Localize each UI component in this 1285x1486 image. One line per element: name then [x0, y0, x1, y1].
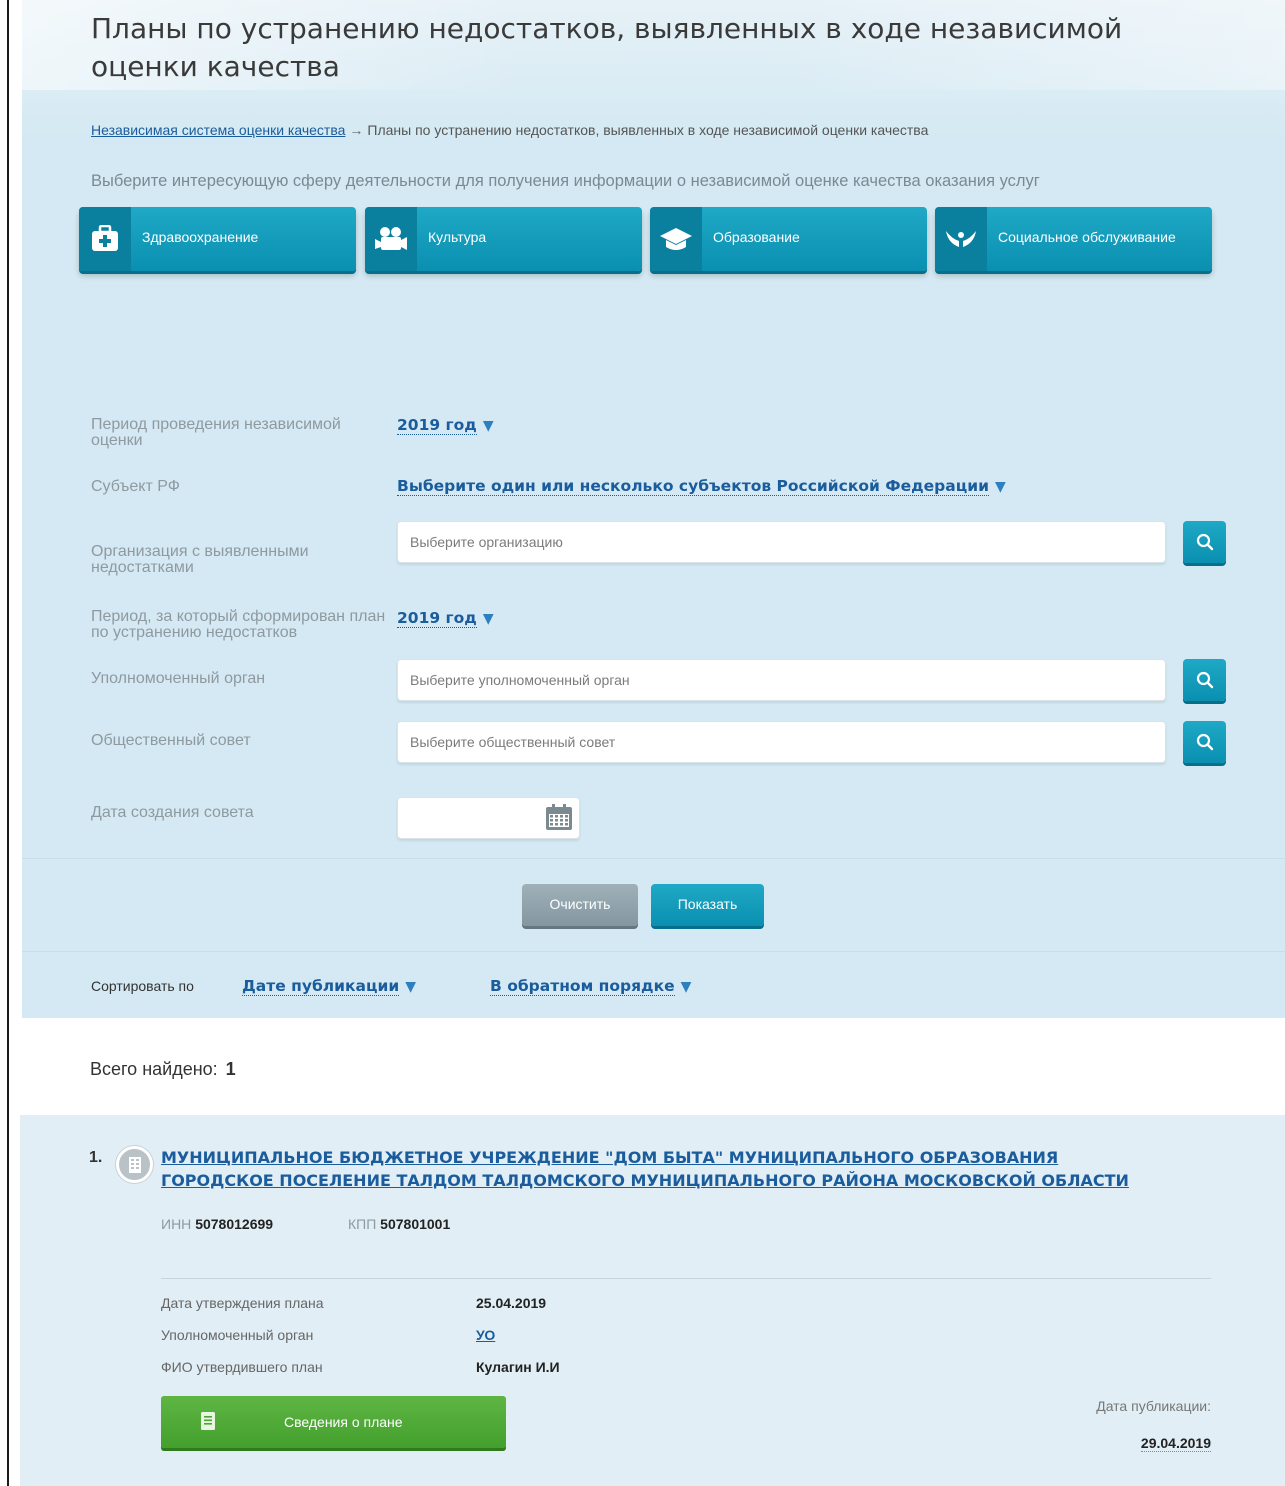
- sphere-label: Культура: [428, 229, 487, 245]
- breadcrumb-separator: →: [349, 122, 364, 138]
- sphere-button-education[interactable]: Образование: [650, 207, 927, 271]
- sphere-label: Социальное обслуживание: [998, 229, 1176, 245]
- publication-date-value: 29.04.2019: [1140, 1435, 1211, 1452]
- result-number: 1.: [89, 1149, 103, 1166]
- total-count: 1: [225, 1059, 236, 1079]
- org-input[interactable]: Выберите организацию: [397, 521, 1166, 563]
- plan-details-label: Сведения о плане: [284, 1414, 403, 1430]
- kpp-label: КПП: [348, 1216, 377, 1232]
- authority-link[interactable]: УО: [476, 1327, 495, 1343]
- page-title: Планы по устранению недостатков, выявлен…: [91, 12, 1123, 83]
- inn-label: ИНН: [161, 1216, 192, 1232]
- building-icon: [116, 1146, 153, 1183]
- search-icon: [1196, 533, 1213, 551]
- graduation-cap-icon: [650, 207, 702, 271]
- council-input[interactable]: Выберите общественный совет: [397, 721, 1166, 763]
- search-icon: [1196, 733, 1213, 751]
- window-edge: [7, 0, 9, 1486]
- publication-date-label: Дата публикации:: [1096, 1398, 1211, 1414]
- filter-panel: [22, 0, 1285, 1018]
- kpp-field: КПП 507801001: [348, 1216, 450, 1232]
- film-camera-icon: [365, 207, 417, 271]
- authority-label: Уполномоченный орган: [91, 670, 266, 687]
- authority-input[interactable]: Выберите уполномоченный орган: [397, 659, 1166, 701]
- show-button[interactable]: Показать: [651, 884, 764, 926]
- sphere-hint: Выберите интересующую сферу деятельности…: [91, 172, 1040, 190]
- subject-value: Выберите один или несколько субъектов Ро…: [397, 477, 989, 496]
- sort-order-value: В обратном порядке: [490, 977, 675, 996]
- org-label: Организация с выявленными недостатками: [91, 543, 309, 576]
- dropdown-arrow-icon: ▼: [680, 979, 692, 995]
- sphere-label: Здравоохранение: [142, 229, 259, 245]
- results-total: Всего найдено: 1: [90, 1059, 236, 1080]
- council-date-label: Дата создания совета: [91, 804, 254, 821]
- approval-date-label: Дата утверждения плана: [161, 1295, 324, 1311]
- breadcrumb-link-home[interactable]: Независимая система оценки качества: [91, 122, 345, 138]
- plan-period-dropdown[interactable]: 2019 год ▼: [397, 609, 494, 628]
- authority-search-button[interactable]: [1183, 659, 1226, 701]
- divider: [161, 1278, 1211, 1279]
- document-icon: [201, 1412, 215, 1433]
- dropdown-arrow-icon: ▼: [994, 479, 1006, 495]
- council-label: Общественный совет: [91, 732, 251, 749]
- subject-dropdown[interactable]: Выберите один или несколько субъектов Ро…: [397, 477, 1006, 496]
- sort-field-value: Дате публикации: [242, 977, 400, 996]
- medical-kit-icon: [79, 207, 131, 271]
- dropdown-arrow-icon: ▼: [482, 418, 494, 434]
- period-value: 2019 год: [397, 416, 477, 435]
- approver-value: Кулагин И.И: [476, 1359, 560, 1375]
- sort-label: Сортировать по: [91, 978, 194, 994]
- council-search-button[interactable]: [1183, 721, 1226, 763]
- org-search-button[interactable]: [1183, 521, 1226, 563]
- inn-field: ИНН 5078012699: [161, 1216, 273, 1232]
- approver-label: ФИО утвердившего план: [161, 1359, 323, 1375]
- sphere-button-social[interactable]: Социальное обслуживание: [935, 207, 1212, 271]
- page: Планы по устранению недостатков, выявлен…: [0, 0, 1285, 1486]
- sort-order-dropdown[interactable]: В обратном порядке ▼: [490, 977, 692, 996]
- period-label: Период проведения независимой оценки: [91, 416, 341, 449]
- subject-label: Субъект РФ: [91, 478, 180, 495]
- sphere-button-culture[interactable]: Культура: [365, 207, 642, 271]
- total-label: Всего найдено:: [90, 1059, 218, 1079]
- kpp-value: 507801001: [380, 1216, 451, 1232]
- divider: [22, 858, 1285, 859]
- inn-value: 5078012699: [195, 1216, 274, 1232]
- breadcrumb: Независимая система оценки качества → План…: [91, 122, 928, 138]
- dropdown-arrow-icon: ▼: [482, 611, 494, 627]
- breadcrumb-current: Планы по устранению недостатков, выявлен…: [367, 122, 929, 138]
- dropdown-arrow-icon: ▼: [405, 979, 416, 995]
- result-title-link[interactable]: МУНИЦИПАЛЬНОЕ БЮДЖЕТНОЕ УЧРЕЖДЕНИЕ "ДОМ …: [161, 1146, 1161, 1192]
- caring-hands-icon: [935, 207, 987, 271]
- approval-date-value: 25.04.2019: [476, 1295, 547, 1311]
- sort-field-dropdown[interactable]: Дате публикации ▼: [242, 977, 416, 996]
- period-dropdown[interactable]: 2019 год ▼: [397, 416, 494, 435]
- search-icon: [1196, 671, 1213, 689]
- plan-period-label: Период, за который сформирован план по у…: [91, 608, 386, 641]
- authority-row-label: Уполномоченный орган: [161, 1327, 314, 1343]
- clear-button[interactable]: Очистить: [522, 884, 638, 926]
- sphere-label: Образование: [713, 229, 800, 245]
- calendar-icon[interactable]: [545, 803, 573, 836]
- sphere-button-healthcare[interactable]: Здравоохранение: [79, 207, 356, 271]
- plan-period-value: 2019 год: [397, 609, 477, 628]
- divider: [22, 951, 1285, 952]
- plan-details-button[interactable]: Сведения о плане: [161, 1396, 506, 1448]
